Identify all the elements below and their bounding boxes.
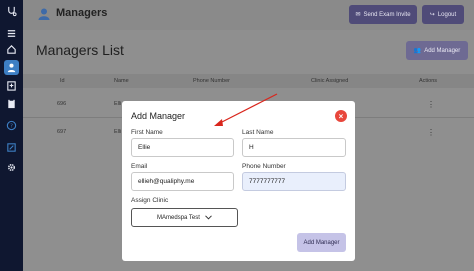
chevron-down-icon (205, 215, 212, 220)
sidebar: ? (0, 0, 23, 271)
add-manager-modal: Add Manager × First Name Ellie Last Name… (122, 101, 355, 261)
column-header-phone: Phone Number (193, 78, 230, 84)
hospital-icon[interactable] (4, 78, 19, 93)
first-name-field[interactable]: Ellie (131, 138, 234, 157)
first-name-label: First Name (131, 129, 163, 136)
selected-clinic: MAmedspa Test (157, 214, 200, 221)
row-actions-menu-icon[interactable]: ⋮ (427, 128, 435, 137)
user-icon[interactable] (4, 60, 19, 75)
logout-icon: ↪ (429, 12, 435, 18)
add-user-icon: 👥 (413, 48, 422, 54)
add-manager-button[interactable]: 👥 Add Manager (406, 41, 468, 60)
phone-number-label: Phone Number (242, 163, 286, 170)
stethoscope-icon[interactable] (4, 4, 19, 19)
help-icon[interactable]: ? (4, 118, 19, 133)
column-header-name: Name (114, 78, 129, 84)
column-header-id: Id (60, 78, 65, 84)
edit-icon[interactable] (4, 140, 19, 155)
assign-clinic-label: Assign Clinic (131, 197, 169, 204)
mail-icon: ✉ (355, 12, 361, 18)
last-name-label: Last Name (242, 129, 274, 136)
last-name-field[interactable]: H (242, 138, 346, 157)
top-header: Managers ✉ Send Exam Invite ↪ Logout (23, 0, 474, 30)
close-icon[interactable]: × (335, 110, 347, 122)
table-row-id: 697 (57, 129, 67, 135)
send-exam-invite-button[interactable]: ✉ Send Exam Invite (349, 5, 417, 24)
assign-clinic-select[interactable]: MAmedspa Test (131, 208, 238, 227)
row-actions-menu-icon[interactable]: ⋮ (427, 100, 435, 109)
header-title: Managers (56, 7, 108, 19)
column-header-actions: Actions (419, 78, 438, 84)
managers-user-icon (38, 8, 50, 20)
column-header-clinic: Clinic Assigned (311, 78, 349, 84)
table-header: Id Name Phone Number Clinic Assigned Act… (23, 74, 474, 88)
home-icon[interactable] (4, 42, 19, 57)
email-label: Email (131, 163, 148, 170)
table-row-name: Elli (114, 101, 122, 107)
gear-icon[interactable] (4, 160, 19, 175)
table-row-name: Elli (114, 129, 122, 135)
logout-button[interactable]: ↪ Logout (422, 5, 464, 24)
svg-text:?: ? (10, 124, 13, 130)
clipboard-icon[interactable] (4, 96, 19, 111)
table-row-id: 696 (57, 101, 67, 107)
email-field[interactable]: ellieh@qualiphy.me (131, 172, 234, 191)
menu-icon[interactable] (4, 26, 19, 41)
phone-number-field[interactable]: 7777777777 (242, 172, 346, 191)
submit-add-manager-button[interactable]: Add Manager (297, 233, 346, 252)
modal-title: Add Manager (131, 111, 186, 121)
page-title: Managers List (36, 42, 124, 58)
